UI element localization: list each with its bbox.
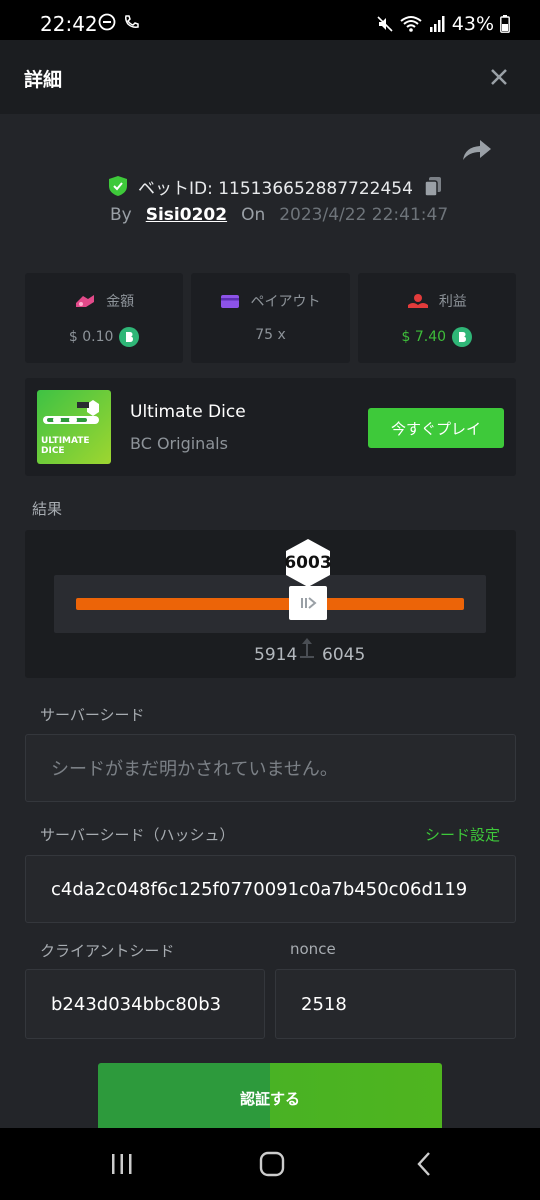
stat-payout: ペイアウト 75 x xyxy=(191,273,350,363)
mute-icon xyxy=(377,16,393,32)
system-nav-bar xyxy=(0,1128,540,1200)
nonce-label: nonce xyxy=(290,940,336,958)
play-now-button[interactable]: 今すぐプレイ xyxy=(368,408,504,448)
verified-shield-icon xyxy=(109,176,127,196)
game-thumbnail[interactable]: ULTIMATE DICE xyxy=(37,390,111,464)
modal-header: 詳細 xyxy=(0,40,540,114)
battery-icon xyxy=(500,15,510,33)
nonce-value: 2518 xyxy=(301,993,347,1015)
on-label: On xyxy=(241,205,266,225)
do-not-disturb-icon xyxy=(98,13,116,31)
bet-datetime: 2023/4/22 22:41:47 xyxy=(279,205,449,225)
by-label: By xyxy=(110,205,132,225)
client-seed-value: b243d034bbc80b3 xyxy=(51,993,222,1015)
bet-id: ベットID: 115136652887722454 xyxy=(138,178,413,199)
server-seed-field[interactable]: シードがまだ明かされていません。 xyxy=(25,734,516,802)
stat-label: ペイアウト xyxy=(250,294,321,310)
close-icon[interactable] xyxy=(484,62,514,92)
stats-row: 金額 $ 0.10 ペイアウト 75 x 利益 $ 7.40 xyxy=(25,273,516,363)
nonce-field[interactable]: 2518 xyxy=(275,969,516,1039)
server-seed-hash-field[interactable]: c4da2c048f6c125f0770091c0a7b450c06d119 xyxy=(25,855,516,923)
game-card: ULTIMATE DICE Ultimate Dice BC Originals… xyxy=(25,378,516,476)
bet-id-row: ベットID: 115136652887722454 xyxy=(108,173,443,199)
stat-amount: 金額 $ 0.10 xyxy=(25,273,184,363)
game-provider: BC Originals xyxy=(130,434,228,453)
game-name: Ultimate Dice xyxy=(130,402,246,422)
share-icon[interactable] xyxy=(460,135,494,163)
home-button[interactable] xyxy=(252,1146,292,1182)
recent-apps-button[interactable] xyxy=(102,1146,142,1182)
server-seed-placeholder: シードがまだ明かされていません。 xyxy=(51,759,338,780)
recent-apps-icon xyxy=(112,1154,132,1174)
stat-label: 利益 xyxy=(438,294,467,310)
result-value: 6003 xyxy=(284,553,332,573)
back-icon xyxy=(417,1152,430,1176)
bet-meta-row: By Sisi0202 On 2023/4/22 22:41:47 xyxy=(110,205,448,225)
server-seed-hash-label: サーバーシード（ハッシュ） xyxy=(40,826,235,844)
stat-profit: 利益 $ 7.40 xyxy=(357,273,516,363)
seed-settings-link[interactable]: シード設定 xyxy=(425,824,500,845)
signal-icon xyxy=(429,16,445,32)
phone-icon xyxy=(125,15,139,28)
home-icon xyxy=(259,1151,285,1177)
range-low: 5914 xyxy=(254,645,298,665)
client-seed-field[interactable]: b243d034bbc80b3 xyxy=(25,969,265,1039)
status-time: 22:42 xyxy=(40,12,98,36)
stat-value: $ 7.40 xyxy=(401,329,447,345)
profit-icon xyxy=(407,294,428,308)
slider-bar xyxy=(76,598,464,610)
up-arrow-icon xyxy=(300,638,314,658)
range-high: 6045 xyxy=(322,645,366,665)
bc-coin-icon xyxy=(452,327,473,347)
bet-details-modal: 詳細 ベットID: 115136652887722454 By Sisi0202… xyxy=(0,40,540,1128)
server-seed-label: サーバーシード xyxy=(40,706,145,724)
wifi-icon xyxy=(400,16,422,32)
amount-icon xyxy=(76,295,95,307)
handle-grip-icon xyxy=(301,597,317,609)
thumb-title-2: DICE xyxy=(41,446,65,456)
stat-value: 75 x xyxy=(255,327,286,343)
status-bar: 22:42 43% xyxy=(0,0,540,40)
username-link[interactable]: Sisi0202 xyxy=(146,205,227,225)
result-label: 結果 xyxy=(32,500,63,518)
client-seed-label: クライアントシード xyxy=(40,942,175,960)
stat-label: 金額 xyxy=(106,294,135,310)
thumb-title-1: ULTIMATE xyxy=(41,436,90,446)
slider-handle xyxy=(289,586,327,620)
wallet-icon xyxy=(221,295,240,308)
verify-button[interactable]: 認証する xyxy=(98,1063,442,1128)
back-button[interactable] xyxy=(404,1146,444,1182)
battery-percent: 43% xyxy=(451,13,494,35)
server-seed-hash-value: c4da2c048f6c125f0770091c0a7b450c06d119 xyxy=(51,878,468,900)
stat-value: $ 0.10 xyxy=(68,329,114,345)
result-panel: 6003 5914 6045 xyxy=(25,530,516,678)
copy-icon[interactable] xyxy=(423,175,443,197)
modal-title: 詳細 xyxy=(24,69,63,91)
bc-coin-icon xyxy=(119,327,140,347)
